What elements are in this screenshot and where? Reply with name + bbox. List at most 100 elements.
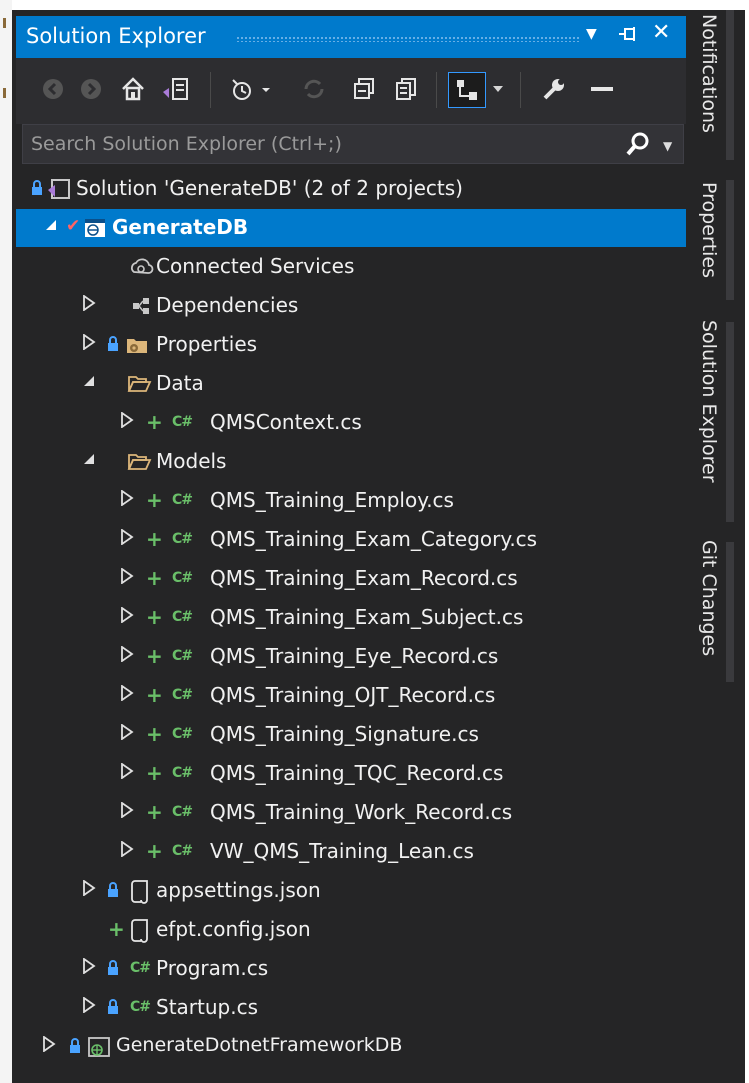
added-plus-icon: + bbox=[146, 488, 163, 512]
show-all-files-icon[interactable] bbox=[388, 72, 424, 106]
drag-grip[interactable] bbox=[236, 36, 581, 42]
tree-item-model-file[interactable]: + C# QMS_Training_Exam_Category.cs bbox=[16, 521, 686, 559]
added-plus-icon: + bbox=[146, 761, 163, 785]
tree-item-label: QMS_Training_Employ.cs bbox=[210, 488, 454, 512]
tab-git-changes[interactable]: Git Changes bbox=[698, 540, 720, 656]
collapsed-arrow-icon[interactable] bbox=[120, 723, 140, 746]
collapsed-arrow-icon[interactable] bbox=[120, 489, 140, 512]
collapsed-arrow-icon[interactable] bbox=[42, 1035, 62, 1058]
side-tool-tabs: Notifications Properties Solution Explor… bbox=[690, 10, 745, 710]
tree-item-model-file[interactable]: + C# QMS_Training_OJT_Record.cs bbox=[16, 677, 686, 715]
forward-icon[interactable] bbox=[76, 72, 106, 106]
expanded-arrow-icon[interactable] bbox=[82, 452, 102, 474]
tree-item-model-file[interactable]: + C# QMS_Training_Work_Record.cs bbox=[16, 794, 686, 832]
web-project-icon bbox=[88, 1037, 110, 1057]
tree-item-models-folder[interactable]: Models bbox=[16, 443, 686, 481]
collapsed-arrow-icon[interactable] bbox=[120, 645, 140, 668]
collapsed-arrow-icon[interactable] bbox=[120, 528, 140, 551]
tree-item-startup[interactable]: C# Startup.cs bbox=[16, 989, 686, 1027]
tree-item-model-file[interactable]: + C# QMS_Training_Signature.cs bbox=[16, 716, 686, 754]
home-icon[interactable] bbox=[116, 72, 150, 106]
tree-item-project-generatedb[interactable]: ✔ GenerateDB bbox=[16, 209, 686, 247]
collapsed-arrow-icon[interactable] bbox=[120, 684, 140, 707]
tree-item-label: Solution 'GenerateDB' (2 of 2 projects) bbox=[76, 176, 463, 200]
tree-item-qmscontext[interactable]: + C# QMSContext.cs bbox=[16, 404, 686, 442]
tree-item-model-file[interactable]: + C# QMS_Training_Exam_Subject.cs bbox=[16, 599, 686, 637]
collapsed-arrow-icon[interactable] bbox=[82, 957, 102, 980]
pending-changes-icon[interactable] bbox=[224, 72, 280, 106]
expanded-arrow-icon[interactable] bbox=[82, 374, 102, 396]
tree-item-dependencies[interactable]: Dependencies bbox=[16, 287, 686, 325]
switch-views-icon[interactable] bbox=[156, 72, 196, 106]
expanded-arrow-icon[interactable] bbox=[44, 218, 64, 240]
lock-icon bbox=[70, 1038, 80, 1053]
search-icon[interactable] bbox=[625, 131, 651, 157]
window-position-dropdown-icon[interactable]: ▼ bbox=[586, 26, 597, 42]
toolbar-separator bbox=[210, 72, 211, 108]
tree-item-data-folder[interactable]: Data bbox=[16, 365, 686, 403]
tree-item-connected-services[interactable]: Connected Services bbox=[16, 248, 686, 286]
tree-item-label: Startup.cs bbox=[156, 995, 259, 1019]
csharp-file-icon: C# bbox=[172, 843, 193, 859]
tab-solution-explorer[interactable]: Solution Explorer bbox=[698, 320, 720, 483]
auto-hide-pin-icon[interactable] bbox=[616, 22, 642, 54]
csharp-file-icon: C# bbox=[172, 804, 193, 820]
collapsed-arrow-icon[interactable] bbox=[82, 294, 102, 317]
dependencies-icon bbox=[133, 298, 149, 314]
tree-item-label: QMS_Training_Work_Record.cs bbox=[210, 800, 513, 824]
tree-item-appsettings[interactable]: appsettings.json bbox=[16, 872, 686, 910]
tree-item-label: QMS_Training_Exam_Category.cs bbox=[210, 527, 538, 551]
search-options-dropdown-icon[interactable]: ▼ bbox=[663, 139, 672, 153]
csharp-file-icon: C# bbox=[172, 726, 193, 742]
sync-dropdown-icon[interactable] bbox=[488, 72, 508, 106]
csharp-file-icon: C# bbox=[172, 414, 193, 430]
added-plus-icon: + bbox=[146, 800, 163, 824]
collapsed-arrow-icon[interactable] bbox=[120, 801, 140, 824]
collapsed-arrow-icon[interactable] bbox=[82, 996, 102, 1019]
added-plus-icon: + bbox=[146, 566, 163, 590]
added-plus-icon: + bbox=[146, 644, 163, 668]
open-folder-icon bbox=[127, 454, 152, 470]
tree-item-project-generatedotnetframeworkdb[interactable]: GenerateDotnetFrameworkDB bbox=[16, 1028, 686, 1066]
collapsed-arrow-icon[interactable] bbox=[120, 606, 140, 629]
csharp-file-icon: C# bbox=[172, 765, 193, 781]
window-title: Solution Explorer bbox=[26, 24, 206, 48]
tree-item-efpt-config[interactable]: + efpt.config.json bbox=[16, 911, 686, 949]
tree-item-solution[interactable]: Solution 'GenerateDB' (2 of 2 projects) bbox=[16, 170, 686, 208]
toolbar bbox=[16, 58, 686, 124]
preview-selected-items-icon[interactable] bbox=[582, 72, 622, 106]
collapsed-arrow-icon[interactable] bbox=[120, 411, 140, 434]
title-bar[interactable]: Solution Explorer ▼ ✕ bbox=[16, 16, 686, 58]
tab-notifications[interactable]: Notifications bbox=[698, 14, 720, 133]
tree-item-label: GenerateDotnetFrameworkDB bbox=[116, 1034, 403, 1056]
collapse-all-icon[interactable] bbox=[346, 72, 382, 106]
tree-item-model-file[interactable]: + C# QMS_Training_Employ.cs bbox=[16, 482, 686, 520]
solution-icon bbox=[48, 179, 70, 199]
collapsed-arrow-icon[interactable] bbox=[120, 762, 140, 785]
tree-item-model-file[interactable]: + C# QMS_Training_TQC_Record.cs bbox=[16, 755, 686, 793]
close-icon[interactable]: ✕ bbox=[652, 20, 670, 45]
tree-item-model-file[interactable]: + C# VW_QMS_Training_Lean.cs bbox=[16, 833, 686, 871]
search-box[interactable]: ▼ bbox=[22, 124, 684, 164]
tree-item-label: QMS_Training_OJT_Record.cs bbox=[210, 683, 496, 707]
properties-icon[interactable] bbox=[536, 72, 572, 106]
added-plus-icon: + bbox=[108, 917, 125, 941]
sync-with-active-document-icon[interactable] bbox=[448, 72, 486, 108]
added-plus-icon: + bbox=[146, 722, 163, 746]
tree-item-label: QMS_Training_Eye_Record.cs bbox=[210, 644, 499, 668]
edge-mark bbox=[3, 18, 6, 28]
back-icon[interactable] bbox=[38, 72, 68, 106]
search-input[interactable] bbox=[29, 129, 613, 159]
tree-item-model-file[interactable]: + C# QMS_Training_Eye_Record.cs bbox=[16, 638, 686, 676]
tree-item-program[interactable]: C# Program.cs bbox=[16, 950, 686, 988]
collapsed-arrow-icon[interactable] bbox=[82, 879, 102, 902]
collapsed-arrow-icon[interactable] bbox=[120, 567, 140, 590]
tree-item-label: Models bbox=[156, 449, 227, 473]
collapsed-arrow-icon[interactable] bbox=[82, 333, 102, 356]
tree-item-label: QMS_Training_Signature.cs bbox=[210, 722, 479, 746]
tree-item-properties[interactable]: Properties bbox=[16, 326, 686, 364]
tree-item-model-file[interactable]: + C# QMS_Training_Exam_Record.cs bbox=[16, 560, 686, 598]
collapsed-arrow-icon[interactable] bbox=[120, 840, 140, 863]
tab-properties[interactable]: Properties bbox=[698, 182, 720, 278]
sync-icon[interactable] bbox=[294, 72, 334, 106]
